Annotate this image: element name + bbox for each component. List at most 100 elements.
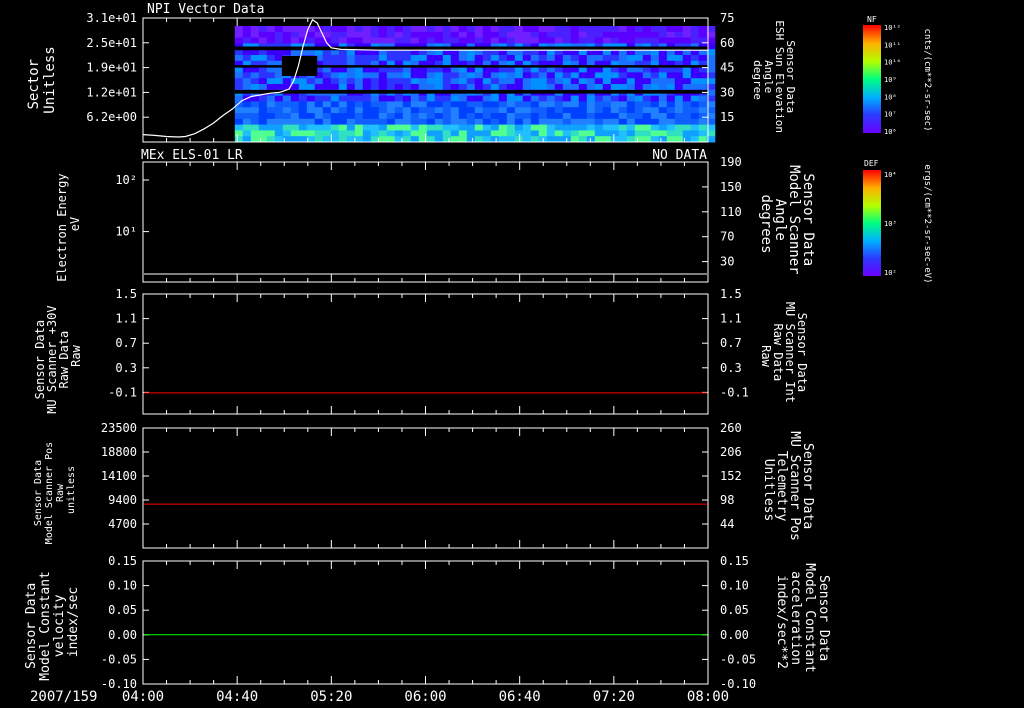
heatmap-cell <box>634 124 644 131</box>
heatmap-cell <box>418 101 428 108</box>
heatmap-cell <box>234 26 244 33</box>
heatmap-cell <box>458 130 468 137</box>
heatmap-cell <box>442 113 452 120</box>
heatmap-cell <box>578 55 588 62</box>
heatmap-cell <box>258 72 268 79</box>
heatmap-cell <box>450 84 460 91</box>
heatmap-cell <box>554 124 564 131</box>
heatmap-cell <box>626 78 636 85</box>
heatmap-cell <box>690 26 700 33</box>
y-tick-label: 10¹ <box>115 225 137 239</box>
heatmap-cell <box>586 118 596 126</box>
heatmap-cell <box>610 72 620 79</box>
y-tick-label: 15 <box>720 110 734 124</box>
heatmap-cell <box>570 72 580 79</box>
heatmap-cell <box>498 113 508 120</box>
heatmap-cell <box>274 107 284 114</box>
heatmap-cell <box>242 118 252 126</box>
heatmap-cell <box>674 78 684 85</box>
heatmap-cell <box>474 31 484 39</box>
heatmap-cell <box>338 72 348 79</box>
y-tick-label: 150 <box>720 180 742 194</box>
heatmap-cell <box>586 72 596 79</box>
y-tick-label: 206 <box>720 445 742 459</box>
heatmap-cell <box>506 124 516 131</box>
heatmap-cell <box>586 124 596 131</box>
heatmap-cell <box>370 72 380 79</box>
heatmap-cell <box>586 113 596 120</box>
heatmap-cell <box>634 130 644 137</box>
heatmap-cell <box>346 55 356 62</box>
heatmap-cell <box>674 124 684 131</box>
panel-1-right-ylabel: Sensor Data ESH Sun Elevation Angle degr… <box>751 20 797 139</box>
heatmap-cell <box>674 26 684 33</box>
heatmap-cell <box>266 101 276 108</box>
heatmap-cell <box>298 95 308 102</box>
heatmap-cell <box>306 101 316 108</box>
heatmap-cell <box>594 72 604 79</box>
def-colorbar-units: ergs/(cm**2-sr-sec-eV) <box>922 164 932 283</box>
heatmap-cell <box>602 107 612 114</box>
heatmap-cell <box>570 26 580 33</box>
heatmap-cell <box>538 107 548 114</box>
heatmap-cell <box>514 130 524 137</box>
heatmap-cell <box>330 31 340 39</box>
heatmap-cell <box>490 130 500 137</box>
heatmap-cell <box>554 55 564 62</box>
heatmap-cell <box>634 55 644 62</box>
heatmap-cell <box>634 84 644 91</box>
panel-4-ylabel: Sensor Data Model Scanner Pos Raw unitle… <box>33 436 77 544</box>
heatmap-cell <box>578 26 588 33</box>
heatmap-cell <box>658 101 668 108</box>
heatmap-cell <box>338 118 348 126</box>
heatmap-cell <box>298 107 308 114</box>
heatmap-cell <box>458 95 468 102</box>
heatmap-cell <box>506 101 516 108</box>
y-tick-label: 1.2e+01 <box>86 85 137 99</box>
heatmap-cell <box>490 37 500 44</box>
heatmap-cell <box>250 26 260 33</box>
heatmap-cell <box>554 101 564 108</box>
heatmap-cell <box>330 26 340 33</box>
heatmap-cell <box>338 113 348 120</box>
x-tick-label: 04:40 <box>216 689 258 705</box>
heatmap-cell <box>578 78 588 85</box>
heatmap-cell <box>378 113 388 120</box>
heatmap-cell <box>314 124 324 131</box>
heatmap-cell <box>314 118 324 126</box>
heatmap-cell <box>690 37 700 44</box>
heatmap-cell <box>538 124 548 131</box>
heatmap-cell <box>562 124 572 131</box>
nf-colorbar-label: NF <box>867 15 877 24</box>
heatmap-cell <box>346 124 356 131</box>
heatmap-cell <box>274 31 284 39</box>
nf-colorbar-ticks: 10¹² 10¹¹ 10¹⁰ 10⁹ 10⁸ 10⁷ 10⁶ <box>884 24 901 136</box>
heatmap-cell <box>570 37 580 44</box>
date-label: 2007/159 <box>30 689 97 705</box>
heatmap-cell <box>362 84 372 91</box>
heatmap-cell <box>506 130 516 137</box>
heatmap-cell <box>594 95 604 102</box>
heatmap-cell <box>698 95 708 102</box>
heatmap-cell <box>314 113 324 120</box>
heatmap-cell <box>434 124 444 131</box>
heatmap-cell <box>274 118 284 126</box>
heatmap-cell <box>402 107 412 114</box>
heatmap-cell <box>674 107 684 114</box>
heatmap-cell <box>498 130 508 137</box>
heatmap-cell <box>370 95 380 102</box>
y-tick-label: 98 <box>720 493 734 507</box>
heatmap-cell <box>570 124 580 131</box>
y-tick-label: 30 <box>720 255 734 269</box>
heatmap-cell <box>426 113 436 120</box>
heatmap-cell <box>362 118 372 126</box>
panel-5-right-ticks: 0.150.100.050.00-0.05-0.10 <box>702 554 756 691</box>
colorbar-tick-label: 10³ <box>884 220 897 228</box>
heatmap-cell <box>338 124 348 131</box>
heatmap-cell <box>554 26 564 33</box>
heatmap-cell <box>570 31 580 39</box>
heatmap-cell <box>330 37 340 44</box>
heatmap-cell <box>266 78 276 85</box>
heatmap-cell <box>362 113 372 120</box>
heatmap-cell <box>578 113 588 120</box>
